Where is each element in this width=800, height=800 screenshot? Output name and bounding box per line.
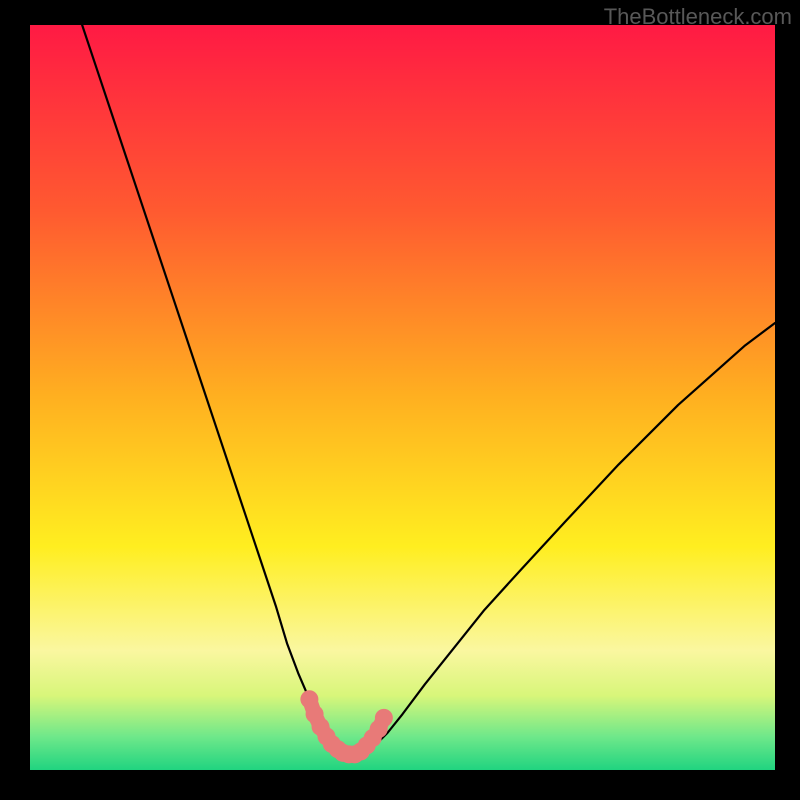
chart-svg bbox=[30, 25, 775, 770]
valley-highlight-point bbox=[375, 709, 393, 727]
plot-area bbox=[30, 25, 775, 770]
chart-frame: TheBottleneck.com bbox=[0, 0, 800, 800]
gradient-background bbox=[30, 25, 775, 770]
